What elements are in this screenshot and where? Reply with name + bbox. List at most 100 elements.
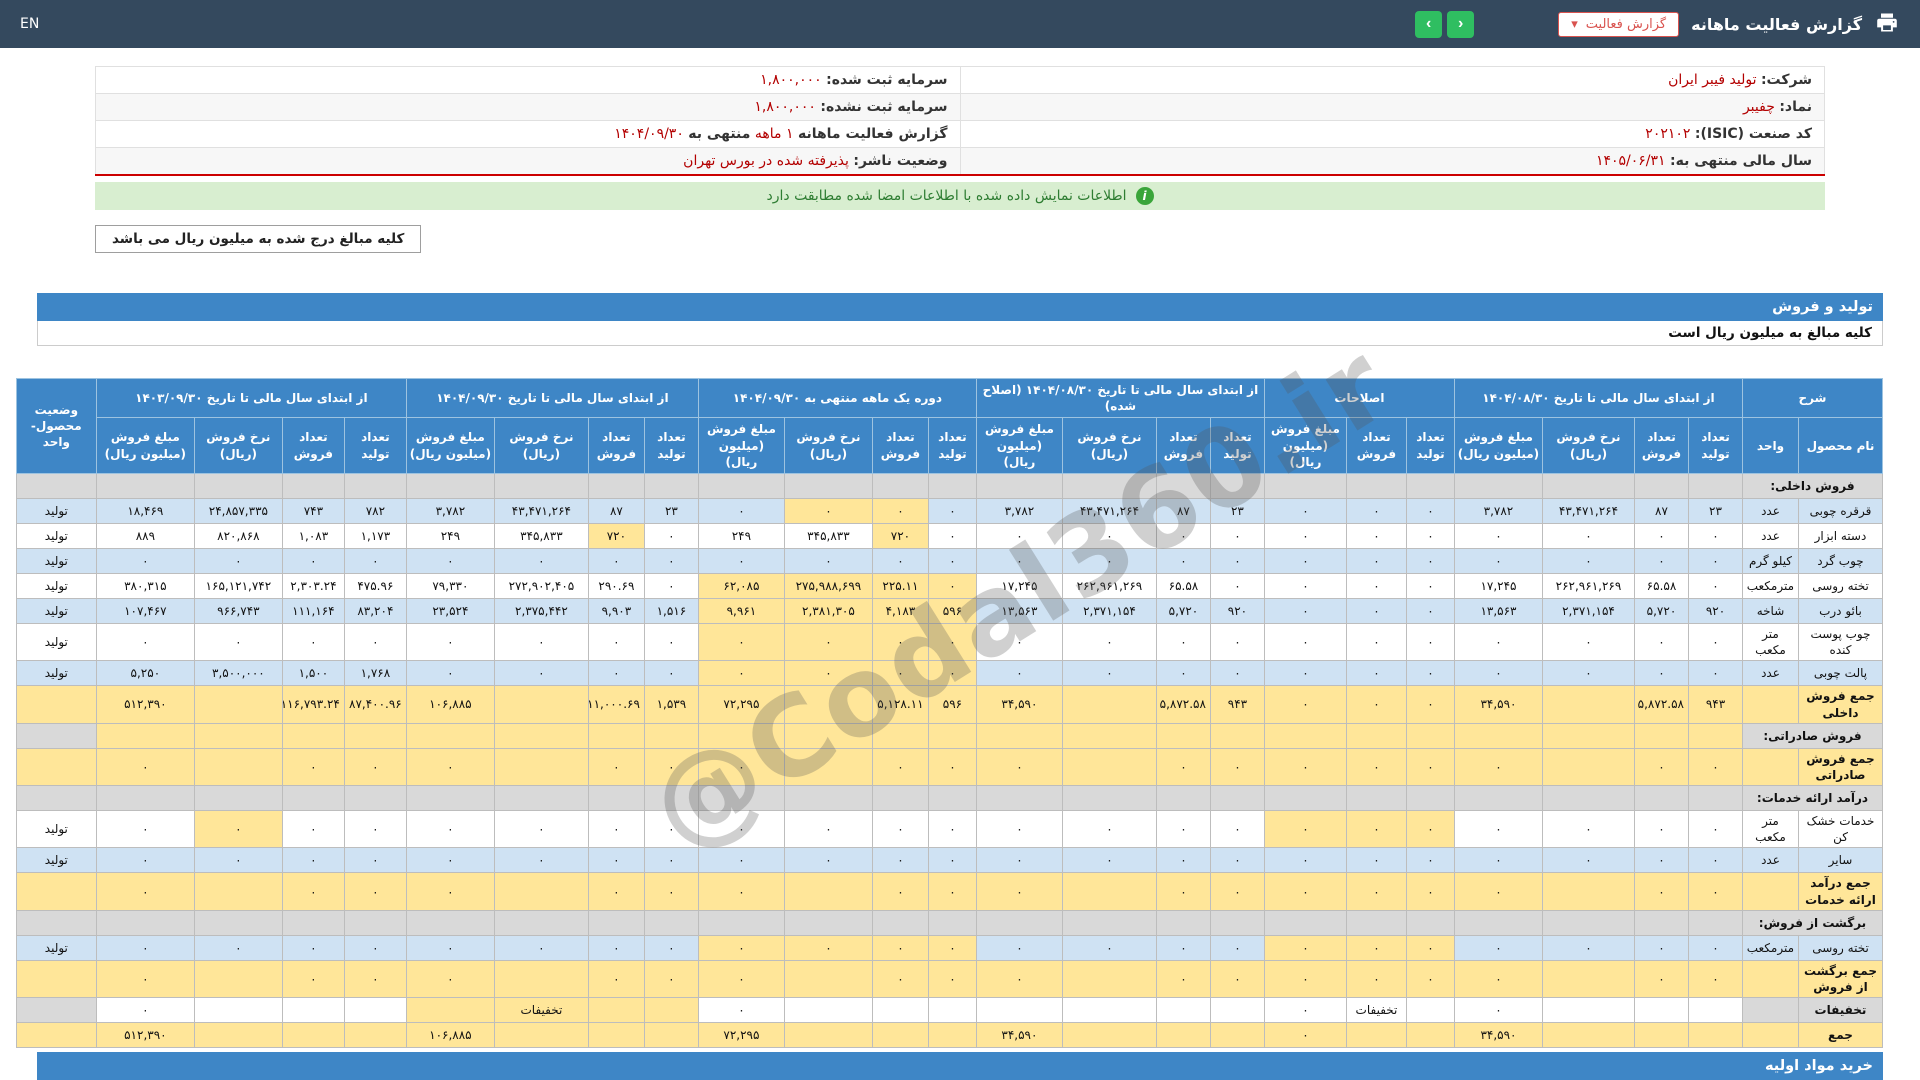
table-cell: ۳۴۵,۸۳۳ [783, 522, 873, 549]
table-cell: ۰ [1405, 685, 1455, 724]
table-cell: ۵,۲۵۰ [95, 660, 195, 687]
table-cell: ۰ [1155, 622, 1211, 662]
section-title-production: تولید و فروش [37, 293, 1883, 321]
table-cell: ۰ [1209, 547, 1265, 574]
table-cell: ۲۴۹ [405, 522, 495, 549]
table-cell: ۹۴۳ [1687, 685, 1743, 724]
table-cell [1405, 785, 1455, 812]
table-cell: ۰ [1209, 522, 1265, 549]
language-toggle[interactable]: EN [20, 16, 39, 32]
table-cell: ۱۸,۴۶۹ [95, 497, 195, 524]
info-value: ۱۴۰۴/۰۹/۳۰ [614, 126, 684, 142]
table-cell: ۰ [95, 847, 195, 874]
table-row: قرقره چوبی عدد ۲۳ ۸۷ ۴۳,۴۷۱,۲۶۴ ۳,۷۸۲ ۰ ۰ ۰ ۲۳ ۸۷ ۴… [15, 497, 1883, 524]
table-cell: ۲۳ [1687, 497, 1743, 524]
company-info-table: شرکت: تولید فیبر ایران سرمایه ثبت شده: ۱… [95, 66, 1825, 176]
table-cell: ۰ [1453, 959, 1543, 999]
column-header: تعداد تولید [927, 417, 977, 474]
table-cell: ۰ [193, 847, 283, 874]
table-cell: ۰ [643, 847, 699, 874]
column-group-header: از ابتدای سال مالی تا تاریخ ۱۴۰۴/۰۸/۳۰ [1453, 377, 1743, 419]
table-cell: ۸۲۰,۸۶۸ [193, 522, 283, 549]
section-label: درآمد ارائه خدمات: [1741, 785, 1884, 812]
report-type-dropdown[interactable]: گزارش فعالیت ▾ [1558, 11, 1680, 37]
table-cell [1541, 1022, 1635, 1049]
table-cell: ۰ [1345, 810, 1407, 849]
table-cell [281, 997, 345, 1024]
table-cell [405, 909, 495, 936]
table-cell: ۰ [343, 934, 407, 961]
column-group-header: دوره یک ماهه منتهی به ۱۴۰۴/۰۹/۳۰ [697, 377, 977, 419]
info-row: نماد: چفیبر سرمایه ثبت نشده: ۱,۸۰۰,۰۰۰ [95, 93, 1825, 121]
table-cell: ۰ [927, 959, 977, 999]
table-cell: ۰ [871, 959, 929, 999]
table-cell: ۰ [95, 547, 195, 574]
info-cell-report-period: گزارش فعالیت ماهانه ۱ ماهه منتهی به ۱۴۰۴… [95, 120, 961, 148]
table-cell: ۰ [1405, 622, 1455, 662]
table-row: تخفیفات ۰ تخفیفات ۰ ۰ تخفیفات ۰ [15, 997, 1883, 1024]
table-cell: تخفیفات [1345, 997, 1407, 1024]
table-cell: ۰ [1209, 572, 1265, 599]
table-row: خدمات خشک کن متر مکعب ۰ ۰ ۰ ۰ ۰ ۰ ۰ ۰ ۰ ۰ ۰ ۰ ۰ ۰ ۰ ۰ ۰ ۰ ۰ ۰… [15, 810, 1883, 849]
info-value: ۲۰۲۱۰۲ [1645, 126, 1691, 142]
product-name-cell: چوب پوست کنده [1798, 622, 1883, 662]
table-cell [1633, 785, 1689, 812]
table-cell: ۰ [587, 959, 645, 999]
table-cell: ۲,۳۷۱,۱۵۴ [1061, 597, 1157, 624]
table-cell: ۶۲,۰۸۵ [697, 572, 785, 599]
production-sales-table: شرح از ابتدای سال مالی تا تاریخ ۱۴۰۴/۰۸/۳… [15, 377, 1884, 1049]
print-button[interactable] [1874, 11, 1900, 38]
section-row: فروش صادراتی: [15, 722, 1884, 749]
table-cell [697, 472, 785, 499]
table-cell: ۰ [343, 622, 407, 662]
table-cell: ۰ [927, 847, 977, 874]
table-cell: ۰ [783, 847, 873, 874]
nav-back-button[interactable]: ‹ [1415, 10, 1443, 38]
table-cell [343, 909, 407, 936]
table-row: جمع فروش داخلی ۹۴۳ ۵,۸۷۲.۵۸ ۳۴,۵۹۰ ۰ ۰ ۰ ۹۴۳ ۵,۸… [15, 685, 1883, 724]
table-cell: ۵۹۶ [927, 597, 977, 624]
table-cell [343, 472, 407, 499]
table-cell: ۰ [975, 934, 1063, 961]
table-cell: ۰ [281, 547, 345, 574]
table-cell [1155, 722, 1211, 749]
table-cell [1209, 997, 1265, 1024]
company-info-panel: شرکت: تولید فیبر ایران سرمایه ثبت شده: ۱… [95, 66, 1825, 253]
table-cell: ۰ [1405, 497, 1455, 524]
table-cell [1541, 959, 1635, 999]
table-cell: ۰ [95, 622, 195, 662]
table-cell: ۰ [405, 872, 495, 911]
info-cell-unregistered-capital: سرمایه ثبت نشده: ۱,۸۰۰,۰۰۰ [95, 93, 961, 121]
table-cell [1687, 722, 1743, 749]
table-cell: ۰ [697, 872, 785, 911]
table-cell: ۰ [405, 810, 495, 849]
table-cell: ۰ [281, 959, 345, 999]
table-cell: ۰ [1209, 622, 1265, 662]
table-cell: ۵۱۲,۳۹۰ [95, 1022, 195, 1049]
table-cell: ۲,۳۷۱,۱۵۴ [1541, 597, 1635, 624]
unit-cell [1741, 685, 1800, 724]
info-value: ۱,۸۰۰,۰۰۰ [760, 72, 822, 88]
unit-cell: عدد [1741, 497, 1800, 524]
table-cell [1209, 909, 1265, 936]
table-cell [927, 997, 977, 1024]
table-cell: ۳۴۵,۸۳۳ [493, 522, 589, 549]
product-name-cell: تخته روسی [1798, 572, 1883, 599]
table-cell: ۰ [1061, 810, 1157, 849]
printer-icon [1874, 11, 1900, 38]
status-cell: تولید [15, 597, 97, 624]
table-cell: ۰ [1263, 572, 1347, 599]
table-cell [783, 722, 873, 749]
info-value: پذیرفته شده در بورس تهران [683, 153, 849, 169]
table-cell: ۱۷,۲۴۵ [975, 572, 1063, 599]
table-cell [193, 747, 283, 787]
table-cell: ۰ [871, 747, 929, 787]
table-cell [643, 785, 699, 812]
table-row: جمع ۳۴,۵۹۰ ۰ ۳۴,۵۹۰ ۷۲,۲۹۵ ۱۰۶,۸۸۵ ۵۱۲,۳۹۰ [15, 1022, 1883, 1049]
table-cell: ۰ [1687, 934, 1743, 961]
table-cell: ۰ [975, 959, 1063, 999]
unit-cell: عدد [1741, 660, 1800, 687]
table-cell [927, 472, 977, 499]
nav-forward-button[interactable]: › [1447, 10, 1475, 38]
status-cell: تولید [15, 847, 97, 874]
